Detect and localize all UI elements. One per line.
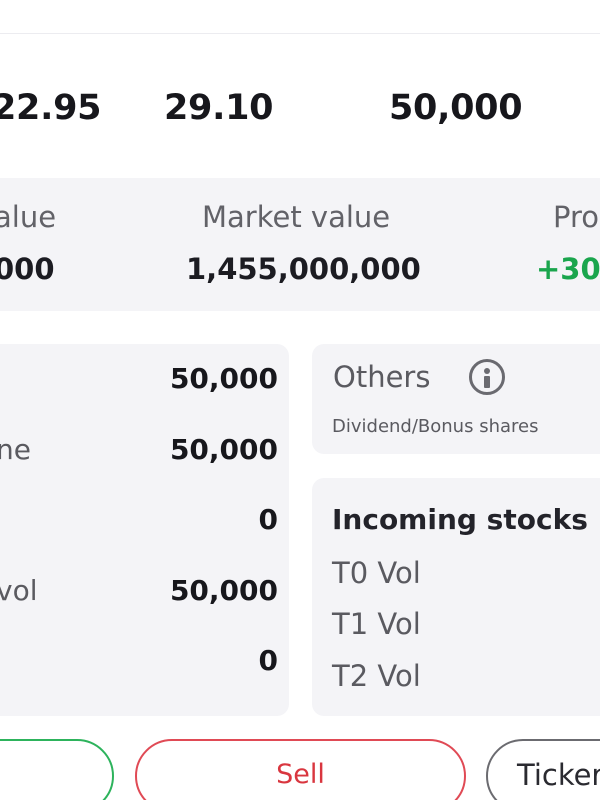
cost-value-label: alue	[0, 200, 57, 234]
profit-label: Pro	[553, 200, 600, 234]
incoming-stocks-title: Incoming stocks	[332, 503, 588, 536]
market-value-label: Market value	[202, 200, 391, 234]
holding-row-value: 50,000	[169, 433, 278, 466]
holding-row-label: vol	[0, 574, 38, 607]
price-value-2: 29.10	[164, 88, 274, 128]
sell-button-label: Sell	[276, 759, 325, 790]
t2-vol-label: T2 Vol	[332, 659, 421, 693]
t0-vol-label: T0 Vol	[332, 556, 421, 590]
profit-value: +30	[536, 252, 600, 286]
ticker-button[interactable]: Ticker	[486, 739, 600, 800]
sell-button[interactable]: Sell	[135, 739, 466, 800]
others-title: Others	[333, 360, 431, 394]
market-value: 1,455,000,000	[186, 252, 421, 286]
price-value-1: 22.95	[0, 88, 102, 128]
t1-vol-label: T1 Vol	[332, 607, 421, 641]
info-icon[interactable]	[469, 359, 505, 395]
header-divider	[0, 33, 600, 34]
holdings-card	[0, 344, 289, 716]
holding-row-label: ne	[0, 433, 31, 466]
holding-row-value: 0	[258, 644, 278, 677]
others-subtitle: Dividend/Bonus shares	[332, 416, 539, 437]
price-value-3: 50,000	[389, 88, 523, 128]
info-icon-dot	[484, 368, 490, 374]
holding-row-value: 50,000	[169, 362, 278, 395]
valuation-band	[0, 178, 600, 311]
holding-row-value: 50,000	[169, 574, 278, 607]
stock-holding-detail: 22.95 29.10 50,000 alue 000 Market value…	[0, 0, 600, 800]
info-icon-stem	[484, 376, 490, 388]
ticker-button-label: Ticker	[517, 758, 600, 792]
buy-button[interactable]	[0, 739, 114, 800]
holding-row-value: 0	[258, 503, 278, 536]
cost-value: 000	[0, 252, 55, 286]
